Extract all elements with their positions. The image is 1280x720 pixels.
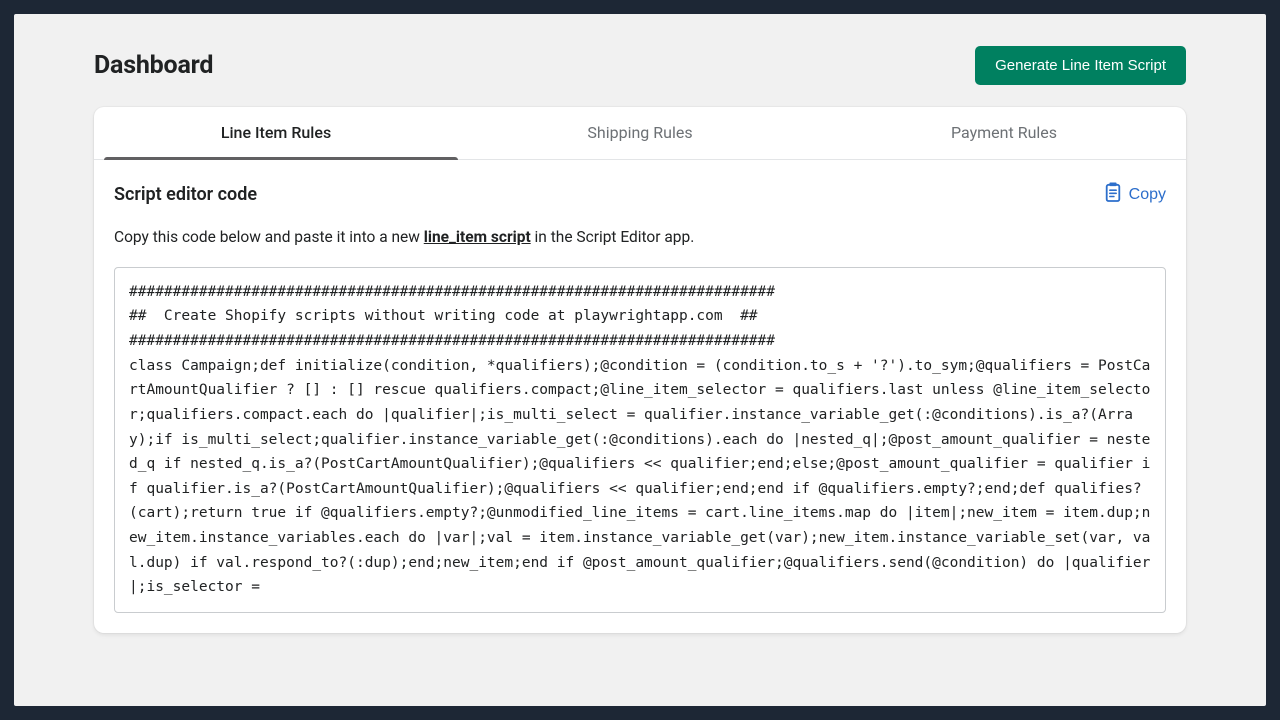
tab-payment-rules[interactable]: Payment Rules bbox=[822, 107, 1186, 159]
code-block[interactable]: ########################################… bbox=[114, 267, 1166, 613]
tab-line-item-rules[interactable]: Line Item Rules bbox=[94, 107, 458, 159]
copy-label: Copy bbox=[1129, 186, 1166, 204]
copy-button[interactable]: Copy bbox=[1104, 182, 1166, 207]
section-title: Script editor code bbox=[114, 184, 257, 205]
generate-script-button[interactable]: Generate Line Item Script bbox=[975, 46, 1186, 85]
clipboard-icon bbox=[1104, 182, 1122, 207]
page-title: Dashboard bbox=[94, 51, 213, 80]
main-card: Line Item Rules Shipping Rules Payment R… bbox=[94, 107, 1186, 633]
tab-shipping-rules[interactable]: Shipping Rules bbox=[458, 107, 822, 159]
line-item-script-link[interactable]: line_item script bbox=[424, 228, 531, 246]
instruction-text: Copy this code below and paste it into a… bbox=[114, 227, 1166, 249]
tabs-container: Line Item Rules Shipping Rules Payment R… bbox=[94, 107, 1186, 160]
